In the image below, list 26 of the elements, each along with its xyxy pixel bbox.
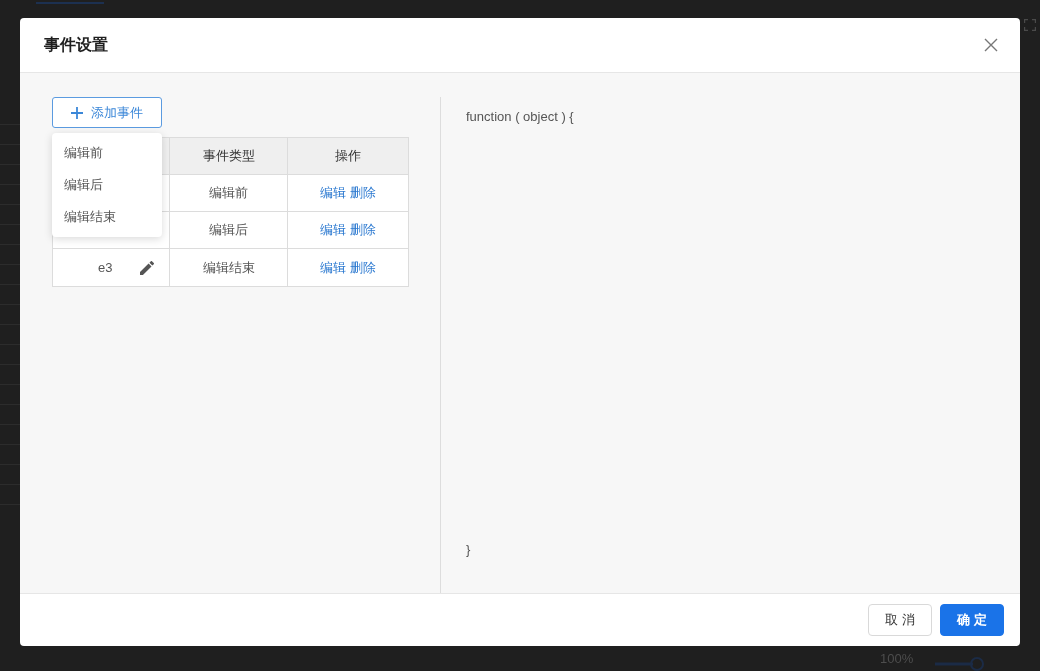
table-cell-text: e3 — [98, 258, 113, 277]
plus-icon — [71, 106, 83, 119]
dropdown-item[interactable]: 编辑后 — [52, 169, 162, 201]
close-button[interactable] — [983, 37, 999, 53]
dialog-title: 事件设置 — [44, 35, 108, 55]
dropdown-item[interactable]: 编辑前 — [52, 137, 162, 169]
table-cell: 编辑前 — [170, 175, 288, 211]
code-line: } — [466, 540, 471, 559]
cancel-button[interactable]: 取 消 — [868, 604, 932, 636]
edit-link[interactable]: 编辑 — [320, 257, 346, 278]
table-cell: 编辑结束 — [170, 249, 288, 286]
confirm-button[interactable]: 确 定 — [940, 604, 1004, 636]
edit-link[interactable]: 编辑 — [320, 183, 346, 203]
code-line: function ( object ) { — [466, 108, 574, 126]
slider-icon — [935, 656, 986, 671]
table-header-cell: 事件类型 — [170, 138, 288, 174]
delete-link[interactable]: 删除 — [350, 220, 376, 240]
delete-link[interactable]: 删除 — [350, 257, 376, 278]
edit-link[interactable]: 编辑 — [320, 220, 346, 240]
close-icon — [984, 38, 998, 52]
pencil-icon[interactable] — [140, 260, 154, 275]
delete-link[interactable]: 删除 — [350, 183, 376, 203]
add-event-button[interactable]: 添加事件 — [52, 97, 162, 128]
dropdown-item[interactable]: 编辑结束 — [52, 201, 162, 233]
table-cell: 编辑后 — [170, 212, 288, 248]
table-header-cell-text: 操作 — [334, 147, 362, 166]
